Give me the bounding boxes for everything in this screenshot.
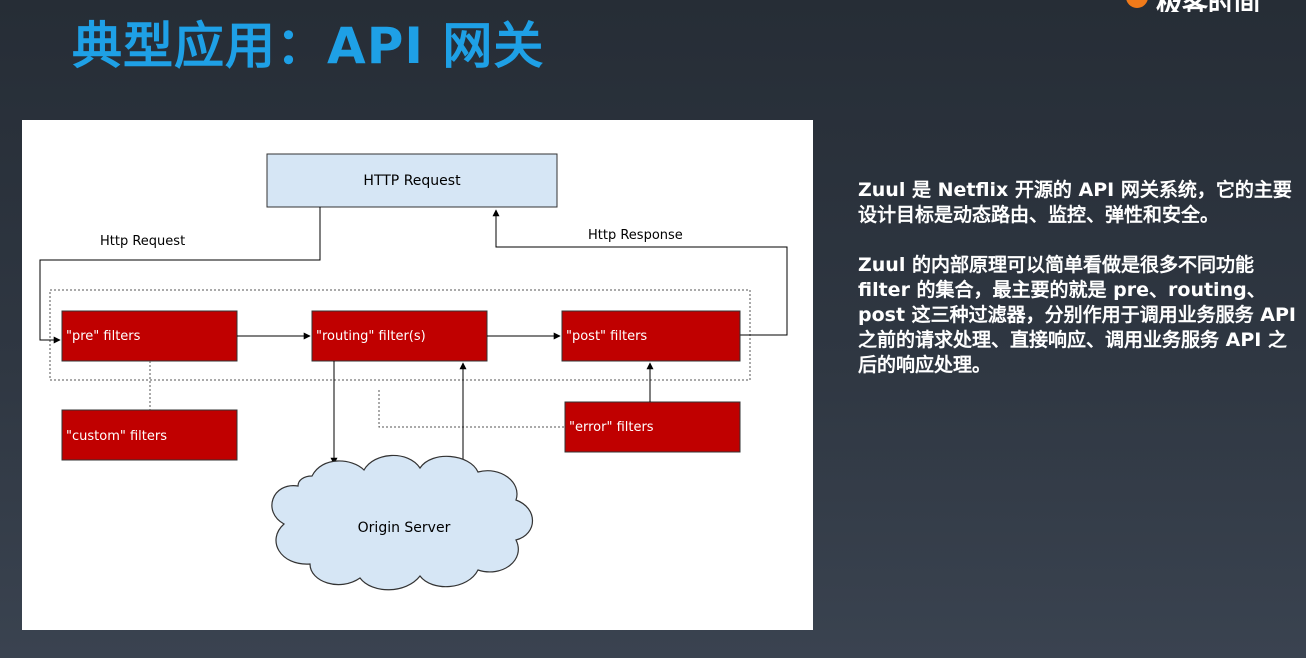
logo: 极客时间: [1106, 0, 1306, 12]
description-paragraph-2: Zuul 的内部原理可以简单看做是很多不同功能 filter 的集合，最主要的就…: [858, 254, 1296, 376]
routing-to-error-link: [378, 390, 565, 428]
logo-mark-icon: [1126, 0, 1148, 8]
slide-title: 典型应用：API 网关: [72, 17, 545, 75]
logo-text: 极客时间: [1156, 0, 1260, 12]
error-filters-label: "error" filters: [569, 420, 654, 435]
http-request-box-label: HTTP Request: [363, 173, 461, 189]
description-paragraph-1: Zuul 是 Netflix 开源的 API 网关系统，它的主要设计目标是动态路…: [858, 179, 1292, 226]
origin-server-label: Origin Server: [358, 520, 451, 536]
side-description: Zuul 是 Netflix 开源的 API 网关系统，它的主要设计目标是动态路…: [858, 178, 1298, 403]
pre-filters-label: "pre" filters: [66, 329, 141, 344]
http-response-label: Http Response: [588, 228, 683, 243]
routing-filters-label: "routing" filter(s): [316, 329, 426, 344]
custom-filters-label: "custom" filters: [66, 429, 167, 444]
http-request-label: Http Request: [100, 234, 185, 249]
zuul-architecture-diagram: HTTP Request Http Request Http Response …: [22, 120, 813, 630]
diagram-canvas: HTTP Request Http Request Http Response …: [39, 153, 788, 591]
post-filters-label: "post" filters: [566, 329, 647, 344]
